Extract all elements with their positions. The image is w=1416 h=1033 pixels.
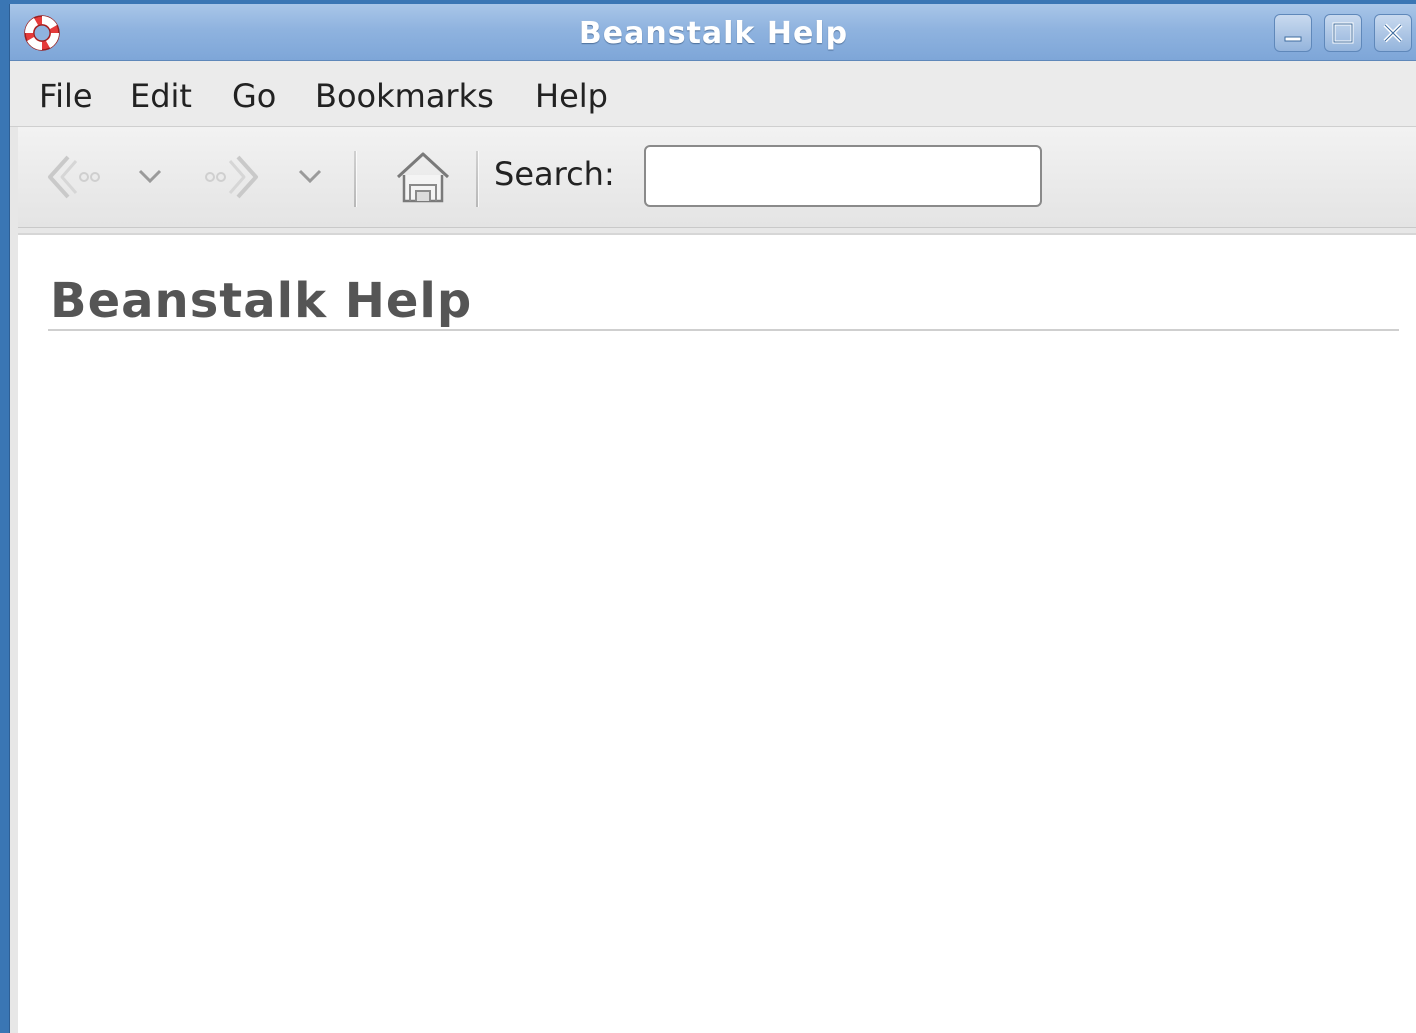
search-input[interactable]	[644, 145, 1042, 207]
window-title: Beanstalk Help	[578, 16, 849, 51]
heading-divider	[48, 329, 1399, 331]
minimize-icon	[1284, 36, 1302, 42]
menu-bar: File Edit Go Bookmarks Help	[10, 61, 1416, 127]
home-icon[interactable]	[394, 149, 452, 207]
maximize-icon	[1332, 22, 1354, 44]
close-icon	[1383, 23, 1403, 43]
help-content: Beanstalk Help	[18, 233, 1416, 1033]
search-label: Search:	[494, 155, 615, 193]
menu-file[interactable]: File	[39, 77, 93, 115]
close-button[interactable]	[1374, 14, 1412, 52]
menu-help[interactable]: Help	[535, 77, 608, 115]
page-title: Beanstalk Help	[50, 273, 473, 329]
toolbar-separator	[354, 151, 357, 207]
maximize-button[interactable]	[1324, 14, 1362, 52]
menu-edit[interactable]: Edit	[130, 77, 192, 115]
menu-bookmarks[interactable]: Bookmarks	[315, 77, 494, 115]
toolbar-separator	[476, 151, 479, 207]
minimize-button[interactable]	[1274, 14, 1312, 52]
back-arrow-icon[interactable]	[42, 151, 102, 203]
toolbar: Search:	[18, 127, 1416, 228]
menu-go[interactable]: Go	[232, 77, 276, 115]
title-bar[interactable]: Beanstalk Help	[10, 4, 1416, 61]
help-window: Beanstalk Help File Edit Go Bookmarks He…	[9, 4, 1416, 1033]
back-history-chevron-down-icon[interactable]	[136, 165, 164, 187]
forward-history-chevron-down-icon[interactable]	[296, 165, 324, 187]
forward-arrow-icon[interactable]	[202, 151, 266, 203]
